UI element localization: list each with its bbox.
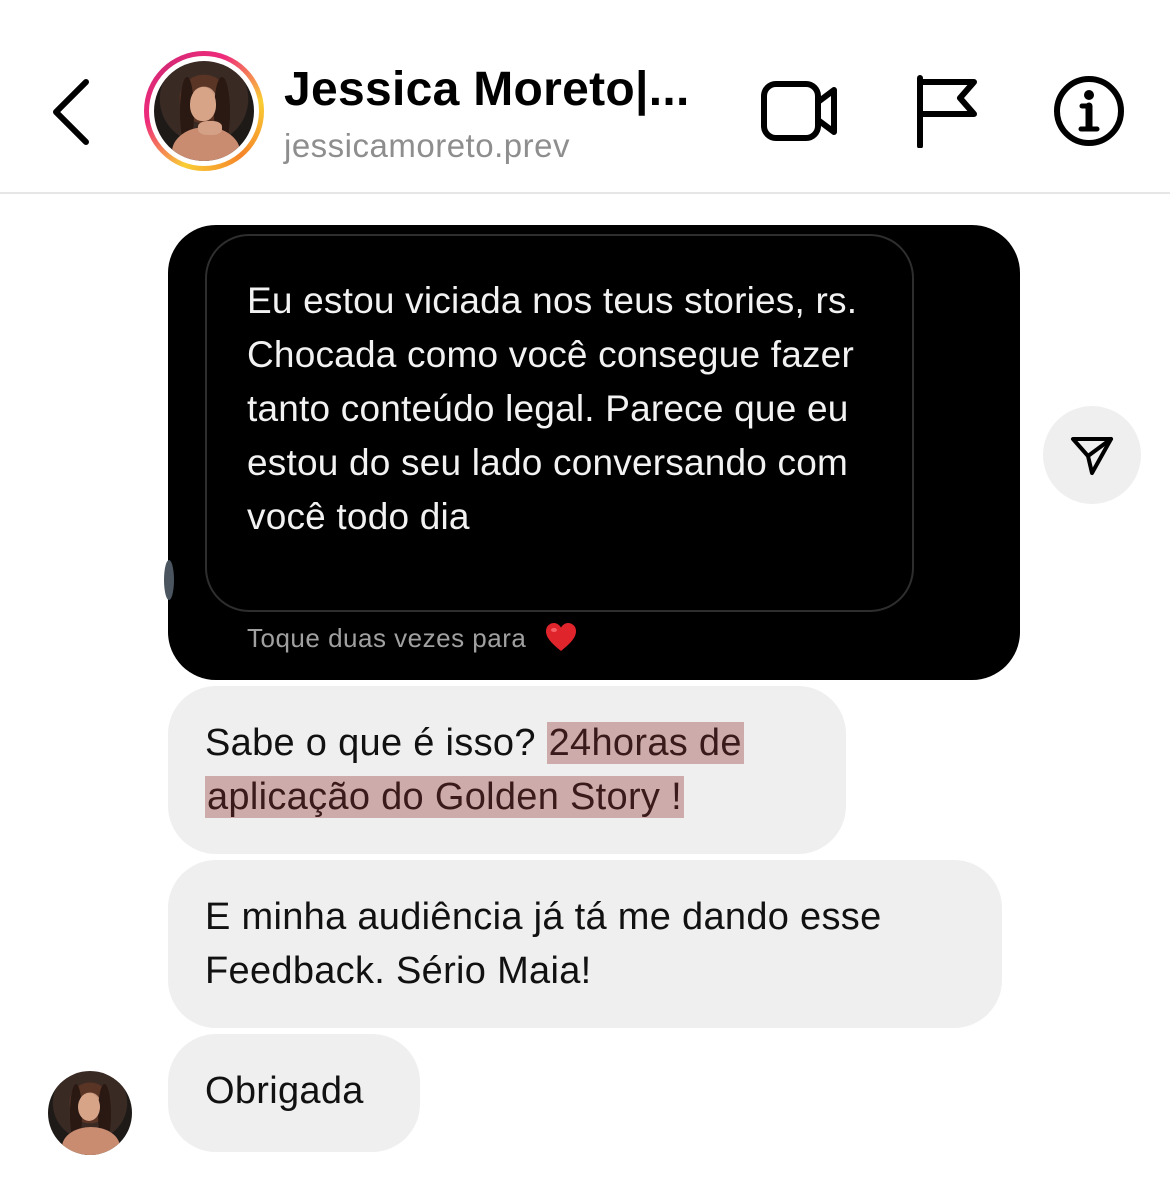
message-bubble[interactable]: Sabe o que é isso? 24horas de aplicação … <box>168 686 846 854</box>
avatar-photo <box>154 61 254 161</box>
contact-avatar[interactable] <box>144 51 264 171</box>
info-button[interactable] <box>1052 74 1126 148</box>
report-flag-button[interactable] <box>912 74 982 149</box>
message-text: Sabe o que é isso? <box>205 722 547 764</box>
message-text: E minha audiência já tá me dando esse Fe… <box>205 896 882 992</box>
message-bubble[interactable]: Obrigada <box>168 1034 420 1152</box>
contact-username[interactable]: jessicamoreto.prev <box>284 127 570 165</box>
flag-icon <box>917 75 977 149</box>
message-text: Obrigada <box>205 1070 364 1112</box>
story-reply-text: Eu estou viciada nos teus stories, rs. C… <box>205 234 914 612</box>
heart-icon <box>546 623 577 652</box>
double-tap-hint-label: Toque duas vezes para <box>247 623 527 653</box>
paper-plane-icon <box>1071 437 1113 475</box>
share-button[interactable] <box>1043 406 1141 504</box>
message-bubble[interactable]: E minha audiência já tá me dando esse Fe… <box>168 860 1002 1028</box>
chevron-left-icon <box>53 79 89 145</box>
back-button[interactable] <box>42 72 102 152</box>
story-reply-message[interactable]: Eu estou viciada nos teus stories, rs. C… <box>164 225 1020 680</box>
video-call-button[interactable] <box>760 78 840 144</box>
story-thumbnail-edge <box>164 560 174 600</box>
double-tap-hint: Toque duas vezes para <box>247 623 578 654</box>
contact-name[interactable]: Jessica Moreto|... <box>284 62 724 117</box>
sender-avatar[interactable] <box>48 1071 132 1155</box>
chat-header: Jessica Moreto|... jessicamoreto.prev <box>0 0 1170 194</box>
info-icon <box>1054 76 1124 146</box>
video-camera-icon <box>761 81 837 141</box>
